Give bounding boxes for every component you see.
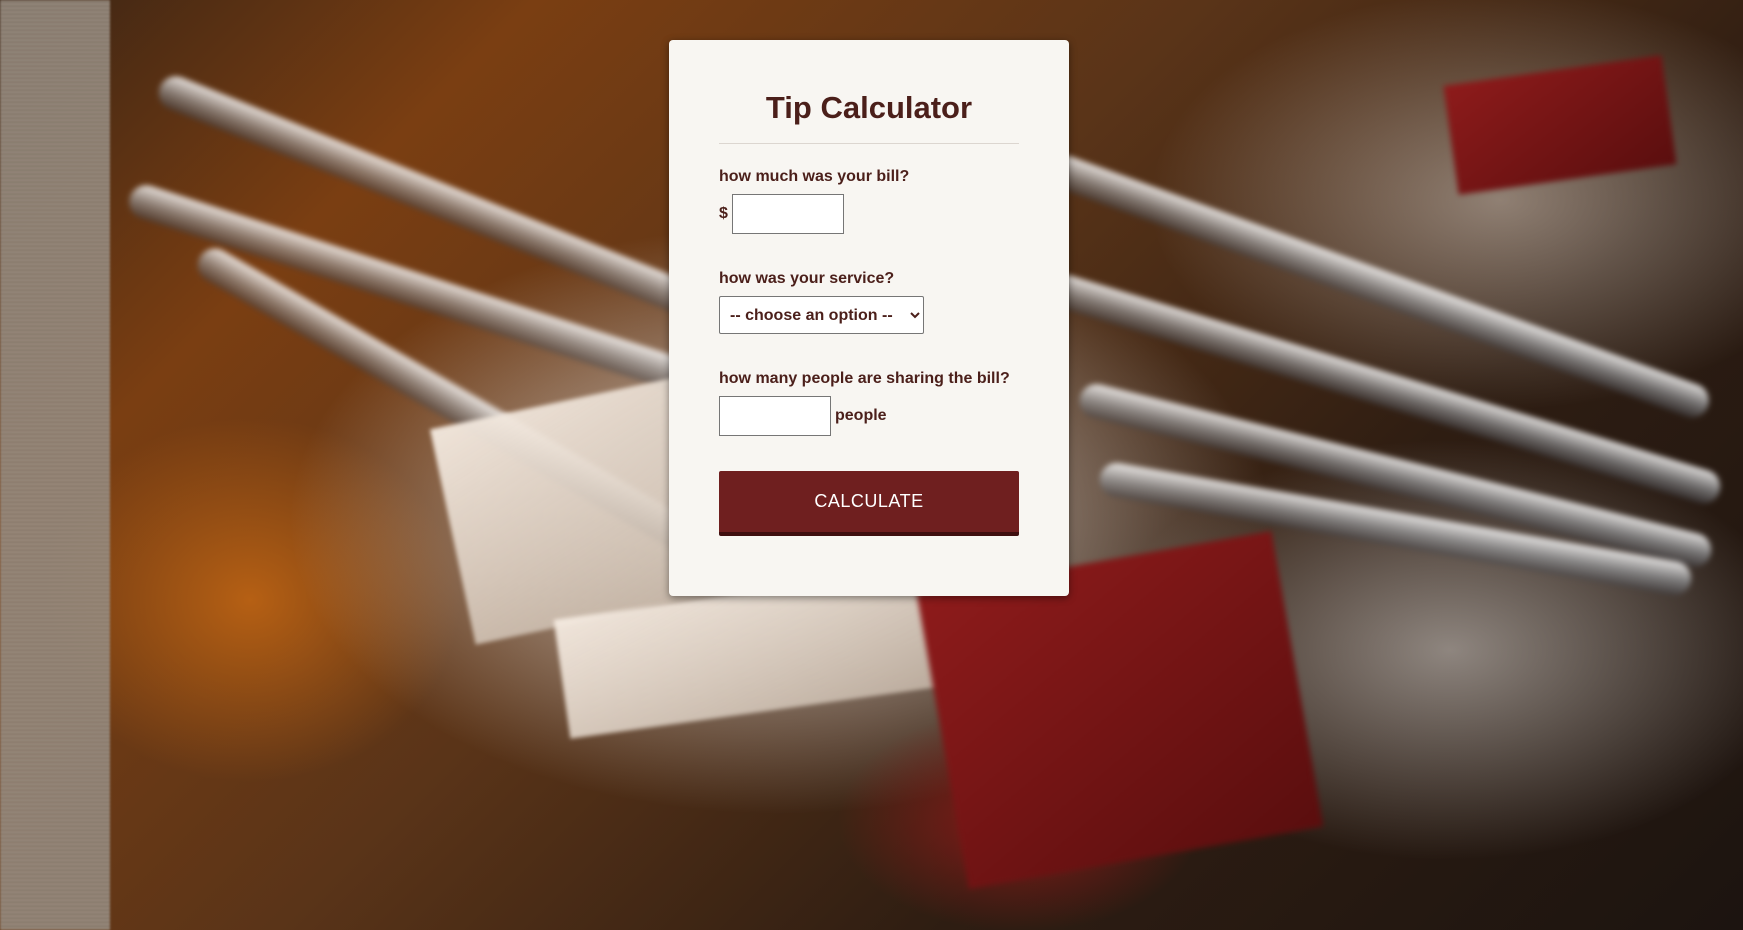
service-row: -- choose an option -- — [719, 296, 1019, 334]
people-count-input[interactable] — [719, 396, 831, 436]
red-napkin-blur — [1443, 55, 1677, 195]
tablecloth-strip — [0, 0, 110, 930]
service-quality-select[interactable]: -- choose an option -- — [719, 296, 924, 334]
bill-row: $ — [719, 194, 1019, 234]
people-suffix: people — [835, 407, 887, 424]
currency-symbol: $ — [719, 205, 728, 222]
bill-label: how much was your bill? — [719, 168, 910, 185]
tip-calculator-card: Tip Calculator how much was your bill? $… — [669, 40, 1069, 596]
bill-amount-input[interactable] — [731, 194, 844, 234]
calculate-button[interactable]: CALCULATE — [719, 471, 1019, 536]
service-label: how was your service? — [719, 270, 895, 287]
title-divider — [719, 143, 1019, 144]
people-row: people — [719, 396, 1019, 436]
page-title: Tip Calculator — [765, 90, 973, 125]
people-label: how many people are sharing the bill? — [719, 370, 1010, 387]
